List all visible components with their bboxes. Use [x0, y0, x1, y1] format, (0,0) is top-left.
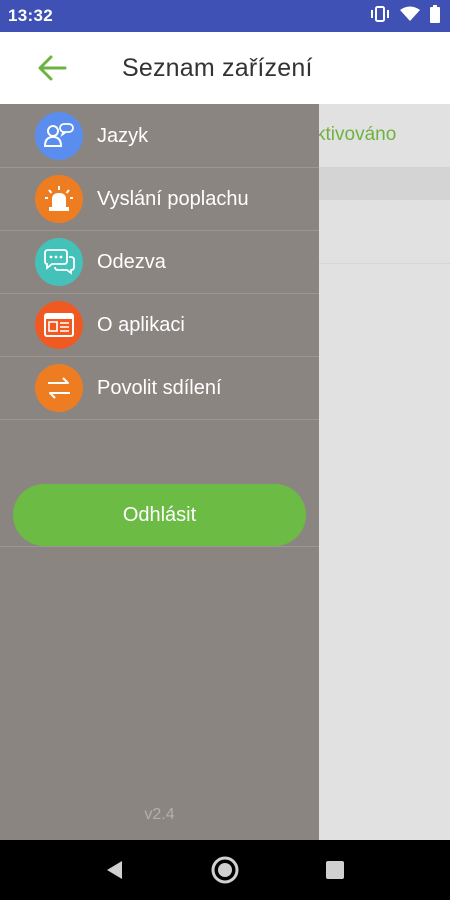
- device-status: ktivováno: [316, 124, 397, 145]
- vibrate-icon: [370, 5, 390, 27]
- home-circle-icon: [211, 856, 239, 884]
- wifi-icon: [400, 6, 420, 27]
- language-icon: [35, 112, 83, 160]
- recents-square-icon: [326, 861, 344, 879]
- alarm-siren-icon: [35, 175, 83, 223]
- status-bar: 13:32: [0, 0, 450, 32]
- system-nav-bar: [0, 840, 450, 900]
- chat-bubbles-icon: [35, 238, 83, 286]
- battery-icon: [430, 4, 440, 28]
- nav-back-button[interactable]: [95, 850, 135, 890]
- drawer-item-response[interactable]: Odezva: [0, 231, 319, 294]
- drawer-item-label: Vyslání poplachu: [97, 187, 249, 210]
- status-time: 13:32: [8, 6, 53, 25]
- nav-recents-button[interactable]: [315, 850, 355, 890]
- logout-button[interactable]: Odhlásit: [13, 484, 306, 546]
- drawer-item-label: Jazyk: [97, 124, 149, 147]
- drawer-item-label: O aplikaci: [97, 313, 185, 336]
- status-icons: [370, 4, 440, 28]
- drawer-item-about[interactable]: O aplikaci: [0, 294, 319, 357]
- drawer-item-label: Povolit sdílení: [97, 376, 222, 399]
- navigation-drawer: Jazyk Vyslání poplachu Odezva O aplikaci…: [0, 104, 319, 840]
- drawer-item-language[interactable]: Jazyk: [0, 105, 319, 168]
- app-header: Seznam zařízení: [0, 32, 450, 104]
- logout-section: Odhlásit: [0, 484, 319, 547]
- back-button[interactable]: [22, 38, 82, 98]
- app-version: v2.4: [144, 806, 175, 823]
- drawer-item-label: Odezva: [97, 250, 166, 273]
- back-triangle-icon: [107, 861, 122, 879]
- share-arrows-icon: [35, 364, 83, 412]
- nav-home-button[interactable]: [205, 850, 245, 890]
- arrow-left-icon: [38, 55, 67, 81]
- drawer-item-enable-sharing[interactable]: Povolit sdílení: [0, 357, 319, 420]
- info-document-icon: [35, 301, 83, 349]
- drawer-item-send-alarm[interactable]: Vyslání poplachu: [0, 168, 319, 231]
- page-title: Seznam zařízení: [122, 53, 313, 82]
